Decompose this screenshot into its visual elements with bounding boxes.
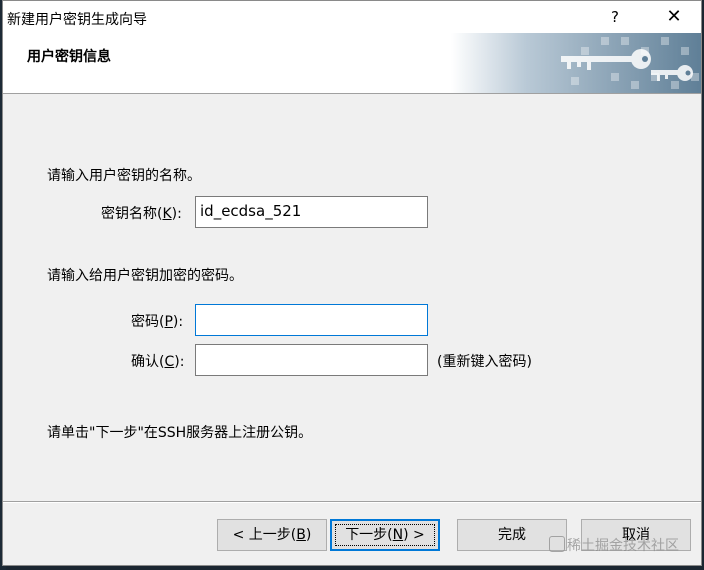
watermark: 稀土掘金技术社区 <box>549 535 679 555</box>
confirm-label: 确认(C): <box>131 354 185 370</box>
next-button[interactable]: 下一步(N) > <box>330 519 440 551</box>
watermark-logo-icon <box>549 536 565 552</box>
key-name-label: 密钥名称(K): <box>101 206 182 222</box>
key-name-input[interactable]: id_ecdsa_521 <box>195 196 428 228</box>
key-generation-wizard-dialog: 新建用户密钥生成向导 ? ✕ 用户密钥信息 请输入用户密钥的名称。 密钥名称(K… <box>2 0 702 566</box>
key-icon <box>451 33 701 93</box>
footer-divider <box>3 501 701 503</box>
window-title: 新建用户密钥生成向导 <box>7 12 147 28</box>
page-title: 用户密钥信息 <box>27 49 111 65</box>
back-button[interactable]: < 上一步(B) <box>217 519 327 551</box>
title-bar: 新建用户密钥生成向导 ? ✕ <box>3 1 701 33</box>
passphrase-prompt: 请输入给用户密钥加密的密码。 <box>47 268 243 284</box>
wizard-header: 用户密钥信息 <box>3 33 701 94</box>
close-button[interactable]: ✕ <box>651 1 697 33</box>
register-note: 请单击"下一步"在SSH服务器上注册公钥。 <box>47 425 313 441</box>
password-input[interactable] <box>195 304 428 336</box>
help-button[interactable]: ? <box>593 1 637 33</box>
password-label: 密码(P): <box>131 314 184 330</box>
focus-rectangle <box>335 524 435 546</box>
key-name-prompt: 请输入用户密钥的名称。 <box>47 168 201 184</box>
confirm-hint: (重新键入密码) <box>437 354 532 370</box>
confirm-password-input[interactable] <box>195 344 428 376</box>
